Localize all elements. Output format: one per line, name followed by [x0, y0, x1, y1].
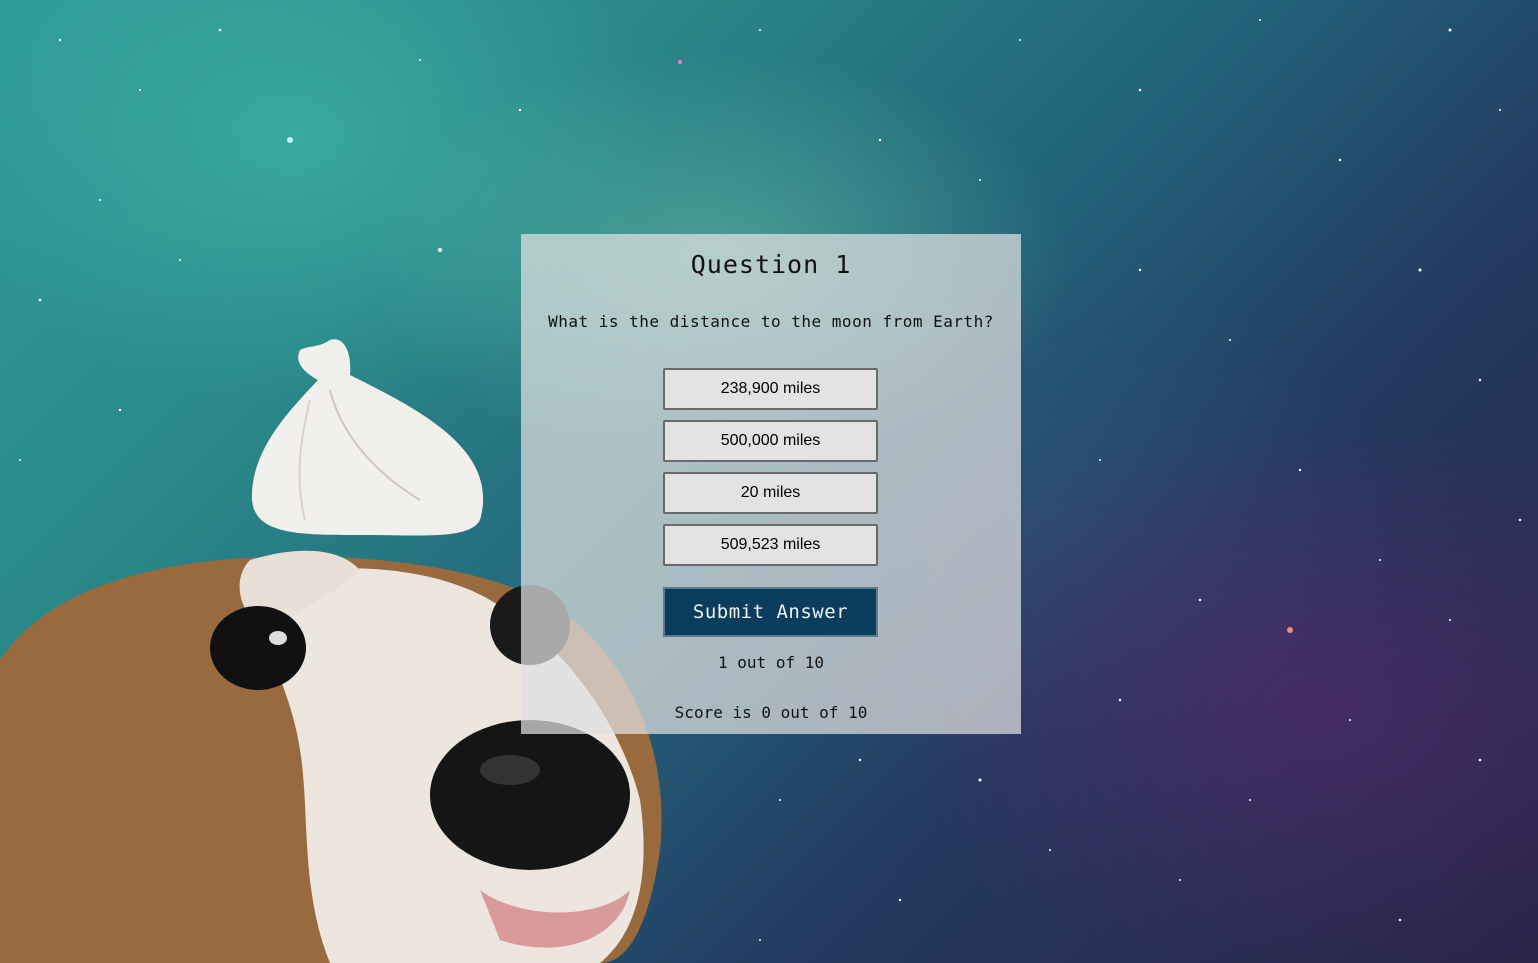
answer-button-3[interactable]: 20 miles: [663, 472, 878, 514]
answer-button-2[interactable]: 500,000 miles: [663, 420, 878, 462]
answer-button-4[interactable]: 509,523 miles: [663, 524, 878, 566]
answer-list: 238,900 miles 500,000 miles 20 miles 509…: [663, 368, 878, 576]
score-text: Score is 0 out of 10: [674, 703, 868, 722]
quiz-card: Question 1 What is the distance to the m…: [521, 234, 1021, 734]
question-text: What is the distance to the moon from Ea…: [548, 312, 994, 331]
submit-answer-button[interactable]: Submit Answer: [663, 587, 878, 637]
question-title: Question 1: [690, 250, 852, 279]
question-progress: 1 out of 10: [718, 653, 824, 672]
answer-button-1[interactable]: 238,900 miles: [663, 368, 878, 410]
